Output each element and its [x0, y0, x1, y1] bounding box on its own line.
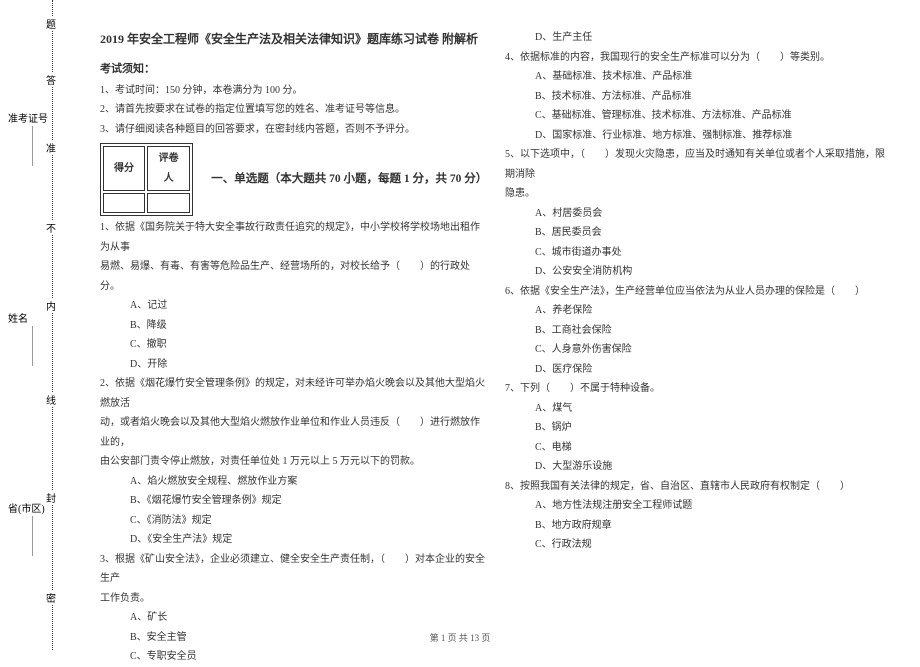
- q3-stem-2: 工作负责。: [100, 589, 485, 609]
- q7-opt-b: B、锅炉: [505, 418, 890, 438]
- seal-char-bu: 不: [46, 220, 56, 235]
- exam-title: 2019 年安全工程师《安全生产法及相关法律知识》题库练习试卷 附解析: [100, 28, 485, 51]
- content-area: 2019 年安全工程师《安全生产法及相关法律知识》题库练习试卷 附解析 考试须知…: [90, 28, 900, 622]
- seal-char-xian: 线: [46, 392, 56, 407]
- q5-stem-2: 隐患。: [505, 184, 890, 204]
- q2-stem-1: 2、依据《烟花爆竹安全管理条例》的规定，对未经许可举办焰火晚会以及其他大型焰火燃…: [100, 374, 485, 413]
- q3-stem-1: 3、根据《矿山安全法》，企业必须建立、健全安全生产责任制，（ ）对本企业的安全生…: [100, 550, 485, 589]
- q7-opt-d: D、大型游乐设施: [505, 457, 890, 477]
- q7-stem: 7、下列（ ）不属于特种设备。: [505, 379, 890, 399]
- score-blank-2: [147, 193, 190, 213]
- q1-stem-2: 易燃、易爆、有毒、有害等危险品生产、经营场所的，对校长给予（ ）的行政处分。: [100, 257, 485, 296]
- q6-stem: 6、依据《安全生产法》，生产经营单位应当依法为从业人员办理的保险是（ ）: [505, 282, 890, 302]
- q7-opt-c: C、电梯: [505, 438, 890, 458]
- notice-line-3: 3、请仔细阅读各种题目的回答要求，在密封线内答题，否则不予评分。: [100, 120, 485, 140]
- q1-stem-1: 1、依据《国务院关于特大安全事故行政责任追究的规定》，中小学校将学校场地出租作为…: [100, 218, 485, 257]
- q2-opt-c: C、《消防法》规定: [100, 511, 485, 531]
- q4-opt-a: A、基础标准、技术标准、产品标准: [505, 67, 890, 87]
- ticket-line: [32, 126, 33, 166]
- seal-char-nei: 内: [46, 298, 56, 313]
- q8-opt-a: A、地方性法规注册安全工程师试题: [505, 496, 890, 516]
- field-province: 省(市区): [8, 500, 45, 515]
- seal-char-feng: 封: [46, 490, 56, 505]
- field-ticket: 准考证号: [8, 110, 48, 125]
- q4-stem: 4、依据标准的内容，我国现行的安全生产标准可以分为（ ）等类别。: [505, 48, 890, 68]
- q8-stem: 8、按照我国有关法律的规定，省、自治区、直辖市人民政府有权制定（ ）: [505, 477, 890, 497]
- q5-opt-c: C、城市街道办事处: [505, 243, 890, 263]
- q5-opt-b: B、居民委员会: [505, 223, 890, 243]
- q6-opt-b: B、工商社会保险: [505, 321, 890, 341]
- dotted-seal-line: [52, 0, 53, 650]
- seal-char-ti: 题: [46, 16, 56, 31]
- q5-opt-a: A、村居委员会: [505, 204, 890, 224]
- q2-opt-d: D、《安全生产法》规定: [100, 530, 485, 550]
- score-section-row: 得分 评卷人 一、单选题（本大题共 70 小题，每题 1 分，共 70 分）: [100, 139, 485, 218]
- q1-opt-d: D、开除: [100, 355, 485, 375]
- q1-opt-b: B、降级: [100, 316, 485, 336]
- q2-stem-2: 动，或者焰火晚会以及其他大型焰火燃放作业单位和作业人员违反（ ）进行燃放作业的，: [100, 413, 485, 452]
- q3-opt-d: D、生产主任: [505, 28, 890, 48]
- q5-opt-d: D、公安安全消防机构: [505, 262, 890, 282]
- q6-opt-d: D、医疗保险: [505, 360, 890, 380]
- name-label: 姓名: [8, 310, 28, 325]
- field-name: 姓名: [8, 310, 28, 325]
- q2-opt-b: B、《烟花爆竹安全管理条例》规定: [100, 491, 485, 511]
- q1-opt-a: A、记过: [100, 296, 485, 316]
- q3-opt-c: C、专职安全员: [100, 647, 485, 667]
- q7-opt-a: A、煤气: [505, 399, 890, 419]
- q2-opt-a: A、焰火燃放安全规程、燃放作业方案: [100, 472, 485, 492]
- section1-title: 一、单选题（本大题共 70 小题，每题 1 分，共 70 分）: [211, 168, 485, 190]
- q1-opt-c: C、撤职: [100, 335, 485, 355]
- q4-opt-b: B、技术标准、方法标准、产品标准: [505, 87, 890, 107]
- score-col-grader: 评卷人: [147, 146, 190, 191]
- notice-heading: 考试须知：: [100, 59, 485, 80]
- left-column: 2019 年安全工程师《安全生产法及相关法律知识》题库练习试卷 附解析 考试须知…: [90, 28, 495, 622]
- score-box: 得分 评卷人: [100, 143, 193, 216]
- binding-gutter: 密 封 线 内 不 准 答 题 省(市区) 姓名 准考证号: [0, 0, 70, 650]
- q6-opt-a: A、养老保险: [505, 301, 890, 321]
- q6-opt-c: C、人身意外伤害保险: [505, 340, 890, 360]
- q5-stem-1: 5、以下选项中，（ ）发现火灾隐患，应当及时通知有关单位或者个人采取措施，限期消…: [505, 145, 890, 184]
- seal-char-da: 答: [46, 72, 56, 87]
- page-footer: 第 1 页 共 13 页: [0, 631, 920, 644]
- score-col-score: 得分: [103, 146, 145, 191]
- notice-line-2: 2、请首先按要求在试卷的指定位置填写您的姓名、准考证号等信息。: [100, 100, 485, 120]
- seal-char-mi: 密: [46, 590, 56, 605]
- q4-opt-c: C、基础标准、管理标准、技术标准、方法标准、产品标准: [505, 106, 890, 126]
- exam-page: 密 封 线 内 不 准 答 题 省(市区) 姓名 准考证号 2019 年安全工程…: [0, 0, 920, 650]
- right-column: D、生产主任 4、依据标准的内容，我国现行的安全生产标准可以分为（ ）等类别。 …: [495, 28, 900, 622]
- q2-stem-3: 由公安部门责令停止燃放，对责任单位处 1 万元以上 5 万元以下的罚款。: [100, 452, 485, 472]
- province-line: [32, 516, 33, 556]
- score-blank-1: [103, 193, 145, 213]
- ticket-label: 准考证号: [8, 110, 48, 125]
- name-line: [32, 326, 33, 366]
- q8-opt-b: B、地方政府规章: [505, 516, 890, 536]
- q4-opt-d: D、国家标准、行业标准、地方标准、强制标准、推荐标准: [505, 126, 890, 146]
- notice-line-1: 1、考试时间：150 分钟，本卷满分为 100 分。: [100, 81, 485, 101]
- q3-opt-a: A、矿长: [100, 608, 485, 628]
- province-label: 省(市区): [8, 500, 45, 515]
- seal-char-zhun: 准: [46, 140, 56, 155]
- q8-opt-c: C、行政法规: [505, 535, 890, 555]
